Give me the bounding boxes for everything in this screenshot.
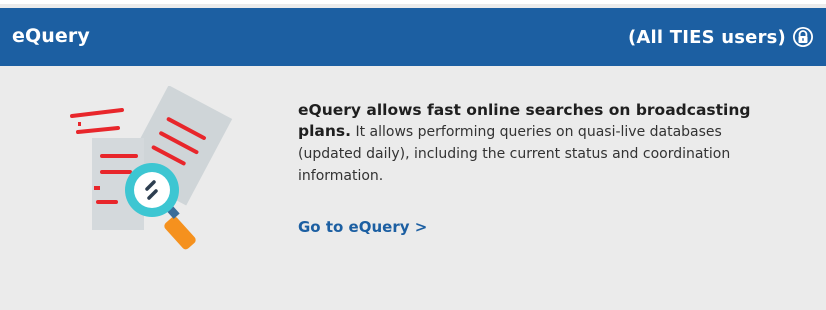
lock-icon <box>793 27 813 47</box>
panel-header: eQuery (All TIES users) <box>0 8 826 66</box>
equery-panel: eQuery (All TIES users) eQuery allows fa… <box>0 0 826 310</box>
document-search-icon <box>70 86 233 250</box>
go-to-equery-link[interactable]: Go to eQuery > <box>298 218 427 236</box>
front-document <box>70 108 144 230</box>
access-indicator: (All TIES users) <box>628 23 814 51</box>
description: eQuery allows fast online searches on br… <box>298 100 788 187</box>
access-label: (All TIES users) <box>627 26 786 48</box>
description-rest: It allows performing queries on quasi-li… <box>298 124 731 184</box>
panel-title: eQuery <box>12 25 90 47</box>
